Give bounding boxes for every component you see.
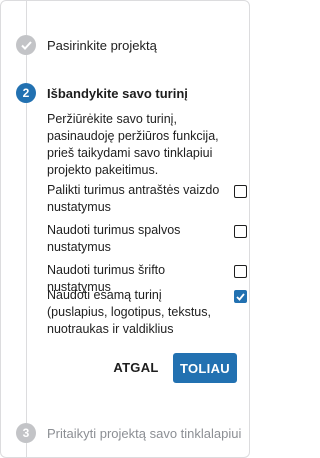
option-checkbox[interactable] (234, 225, 247, 238)
step-3-title: Pritaikyti projektą savo tinklalapiui (47, 426, 242, 441)
step-connector (26, 103, 27, 423)
wizard-panel: Pasirinkite projektą 2 Išbandykite savo … (0, 0, 250, 458)
step-2-number: 2 (16, 83, 36, 103)
step-connector (26, 55, 27, 83)
step-2-description: Peržiūrėkite savo turinį, pasinaudoję pe… (47, 112, 219, 177)
option-checkbox[interactable] (234, 265, 247, 278)
option-header-image[interactable]: Palikti turimus antraštės vaizdo nustaty… (47, 182, 247, 216)
option-checkbox-checked[interactable] (234, 290, 247, 303)
step-1-title[interactable]: Pasirinkite projektą (47, 38, 157, 54)
option-colors[interactable]: Naudoti turimus spalvos nustatymus (47, 222, 247, 256)
option-label: Palikti turimus antraštės vaizdo nustaty… (47, 183, 220, 214)
option-checkbox[interactable] (234, 185, 247, 198)
option-label: Naudoti esamą turinį (puslapius, logotip… (47, 288, 211, 336)
step-connector (26, 1, 27, 35)
check-icon (236, 292, 245, 301)
step-connector (26, 443, 27, 457)
step-1-check-icon (16, 35, 36, 55)
back-button[interactable]: ATGAL (111, 353, 161, 381)
option-existing-content[interactable]: Naudoti esamą turinį (puslapius, logotip… (47, 287, 247, 338)
next-button[interactable]: TOLIAU (173, 353, 237, 383)
step-2-title: Išbandykite savo turinį (47, 86, 188, 101)
step-3-number: 3 (16, 423, 36, 443)
option-label: Naudoti turimus spalvos nustatymus (47, 223, 181, 254)
